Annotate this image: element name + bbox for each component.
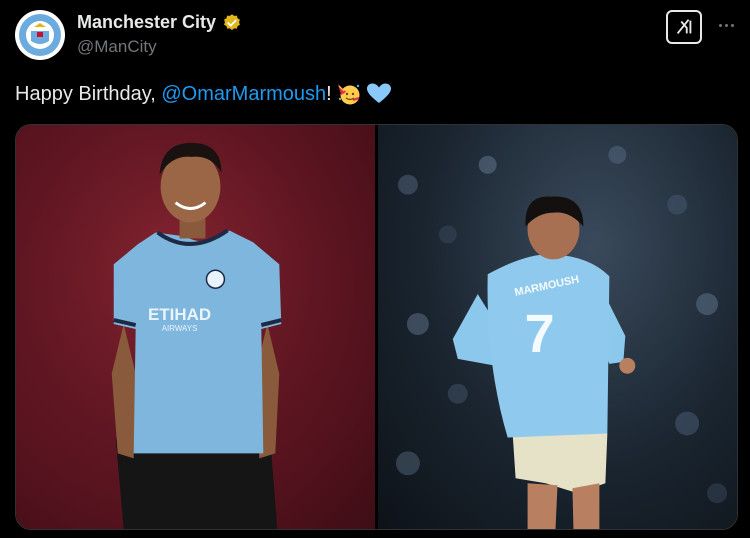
- player-on-pitch-illustration: MARMOUSH 7: [395, 145, 728, 529]
- light-blue-heart-emoji: [366, 83, 391, 103]
- avatar[interactable]: [15, 10, 65, 60]
- player-portrait-illustration: ETIHAD AIRWAYS: [16, 125, 375, 529]
- media-grid: ETIHAD AIRWAYS MARMOUSH 7: [15, 124, 738, 530]
- club-crest-icon: [17, 12, 63, 58]
- more-dots-icon[interactable]: [713, 12, 739, 38]
- photo-player-portrait[interactable]: ETIHAD AIRWAYS: [16, 125, 375, 529]
- shirt-number: 7: [525, 304, 555, 364]
- shirt-sponsor: ETIHAD: [148, 305, 211, 324]
- shirt-sponsor-sub: AIRWAYS: [162, 324, 198, 333]
- grok-icon: [676, 19, 692, 34]
- verified-gold-badge-icon: [224, 13, 240, 30]
- party-face-emoji: [337, 84, 360, 105]
- display-name[interactable]: Manchester City: [77, 12, 216, 33]
- tweet-text-prefix: Happy Birthday,: [15, 82, 162, 105]
- tweet-text: Happy Birthday, @OmarMarmoush !: [15, 82, 392, 106]
- mention-link[interactable]: @OmarMarmoush: [161, 83, 326, 106]
- photo-player-on-pitch[interactable]: MARMOUSH 7: [378, 125, 737, 529]
- grok-button[interactable]: [666, 10, 702, 44]
- handle[interactable]: @ManCity: [77, 37, 157, 57]
- tweet-text-suffix: !: [326, 82, 332, 105]
